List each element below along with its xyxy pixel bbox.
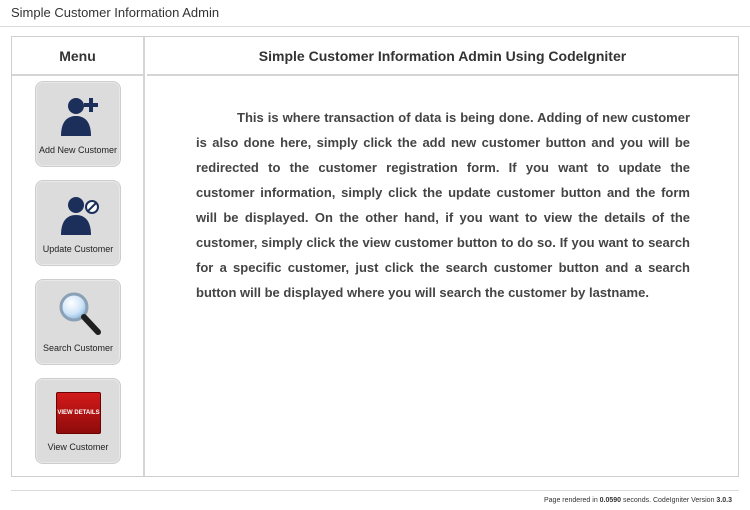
menu-column: Menu Add New Customer Update Customer Se… [12,37,145,476]
magnifier-icon [59,292,101,335]
footer-render-info: Page rendered in 0.0590 seconds. CodeIgn… [544,497,732,504]
add-new-customer-label: Add New Customer [38,145,118,155]
title-bar: Simple Customer Information Admin [0,0,750,27]
content-column: Simple Customer Information Admin Using … [147,37,738,476]
menu-heading: Menu [12,37,143,76]
footer-prefix: Page rendered in [544,497,600,504]
edit-user-icon [61,197,99,235]
view-customer-label: View Customer [47,442,109,452]
footer-divider [11,490,739,491]
admin-frame: Menu Add New Customer Update Customer Se… [11,36,739,477]
add-new-customer-button[interactable]: Add New Customer [35,81,121,167]
view-customer-button[interactable]: VIEW DETAILS View Customer [35,378,121,464]
codeigniter-version: 3.0.3 [716,497,732,504]
update-customer-label: Update Customer [42,244,114,254]
app-title: Simple Customer Information Admin [11,5,220,20]
search-customer-label: Search Customer [42,343,114,353]
content-paragraph: This is where transaction of data is bei… [196,110,690,300]
update-customer-button[interactable]: Update Customer [35,180,121,266]
add-user-icon [61,98,98,136]
view-details-icon: VIEW DETAILS [56,392,101,434]
render-time: 0.0590 [599,497,622,504]
search-customer-button[interactable]: Search Customer [35,279,121,365]
footer-middle: seconds. CodeIgniter Version [621,497,717,504]
content-heading: Simple Customer Information Admin Using … [147,37,738,76]
